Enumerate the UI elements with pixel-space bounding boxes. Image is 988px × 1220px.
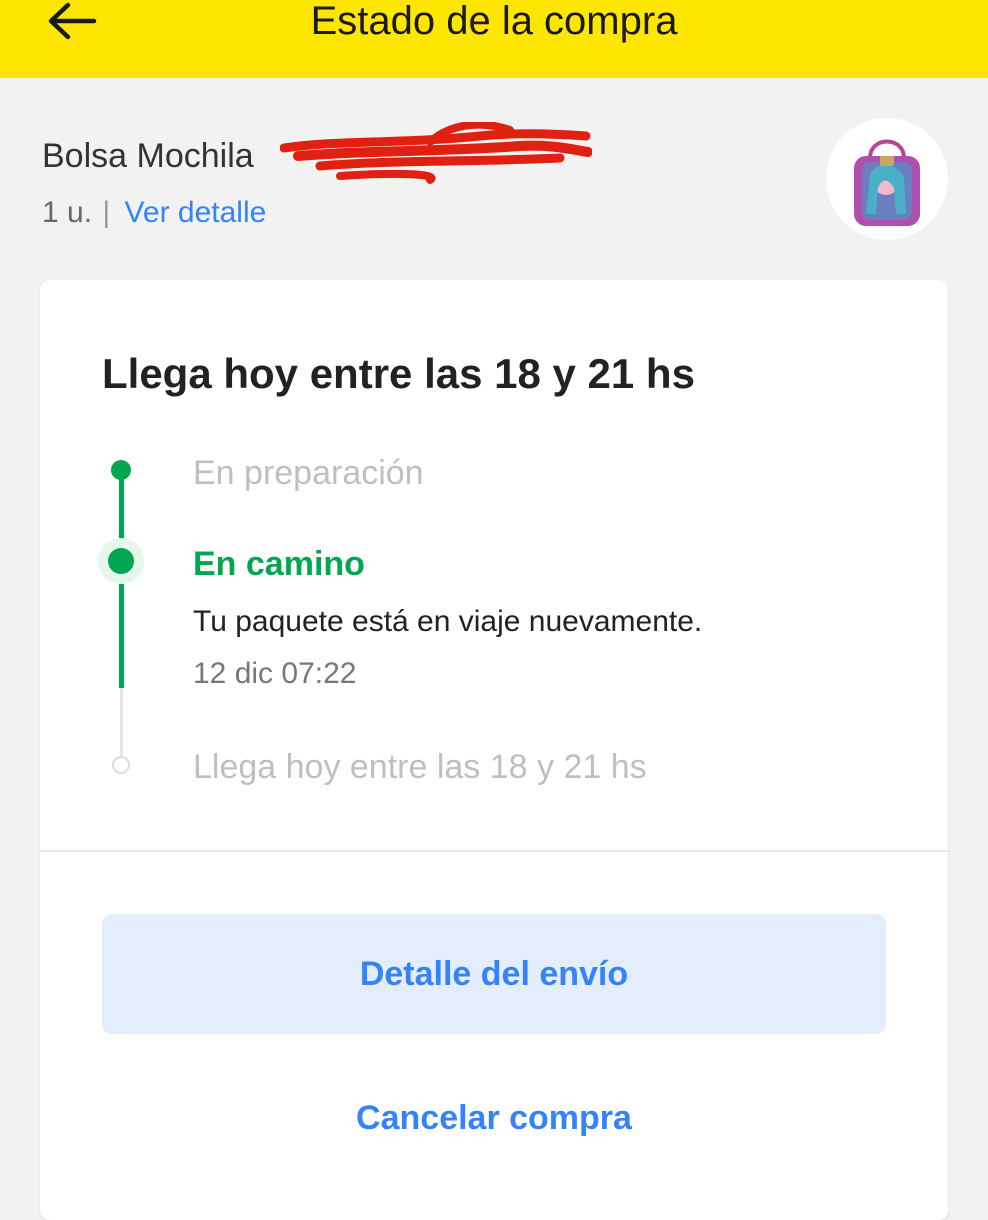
timeline-dot-current (98, 538, 144, 584)
step-preparation: En preparación (193, 454, 424, 492)
timeline-dot-done (111, 460, 131, 480)
step-in-transit-time: 12 dic 07:22 (193, 657, 357, 690)
product-name: Bolsa Mochila (42, 137, 254, 175)
separator: | (102, 196, 111, 229)
step-in-transit-description: Tu paquete está en viaje nuevamente. (193, 605, 703, 638)
shipping-detail-button[interactable]: Detalle del envío (102, 914, 886, 1034)
product-thumbnail[interactable] (826, 118, 948, 240)
shipment-card: Llega hoy entre las 18 y 21 hs En prepar… (40, 280, 948, 1220)
step-arrival: Llega hoy entre las 18 y 21 hs (193, 748, 647, 786)
timeline-pending-line (120, 688, 123, 762)
card-divider (40, 850, 948, 852)
page-title: Estado de la compra (310, 0, 678, 43)
redaction-scribble (280, 122, 592, 184)
timeline-dot-current-inner (108, 548, 134, 574)
quantity: 1 u. (42, 196, 93, 229)
timeline-dot-pending (112, 756, 130, 774)
backpack-bag-image (854, 139, 920, 226)
cancel-purchase-button[interactable]: Cancelar compra (102, 1080, 886, 1156)
view-detail-link[interactable]: Ver detalle (125, 196, 267, 229)
top-bar: Estado de la compra (0, 0, 988, 78)
eta-heading: Llega hoy entre las 18 y 21 hs (102, 350, 695, 397)
quantity-line: 1 u. | Ver detalle (42, 193, 266, 233)
step-in-transit: En camino (193, 545, 365, 583)
